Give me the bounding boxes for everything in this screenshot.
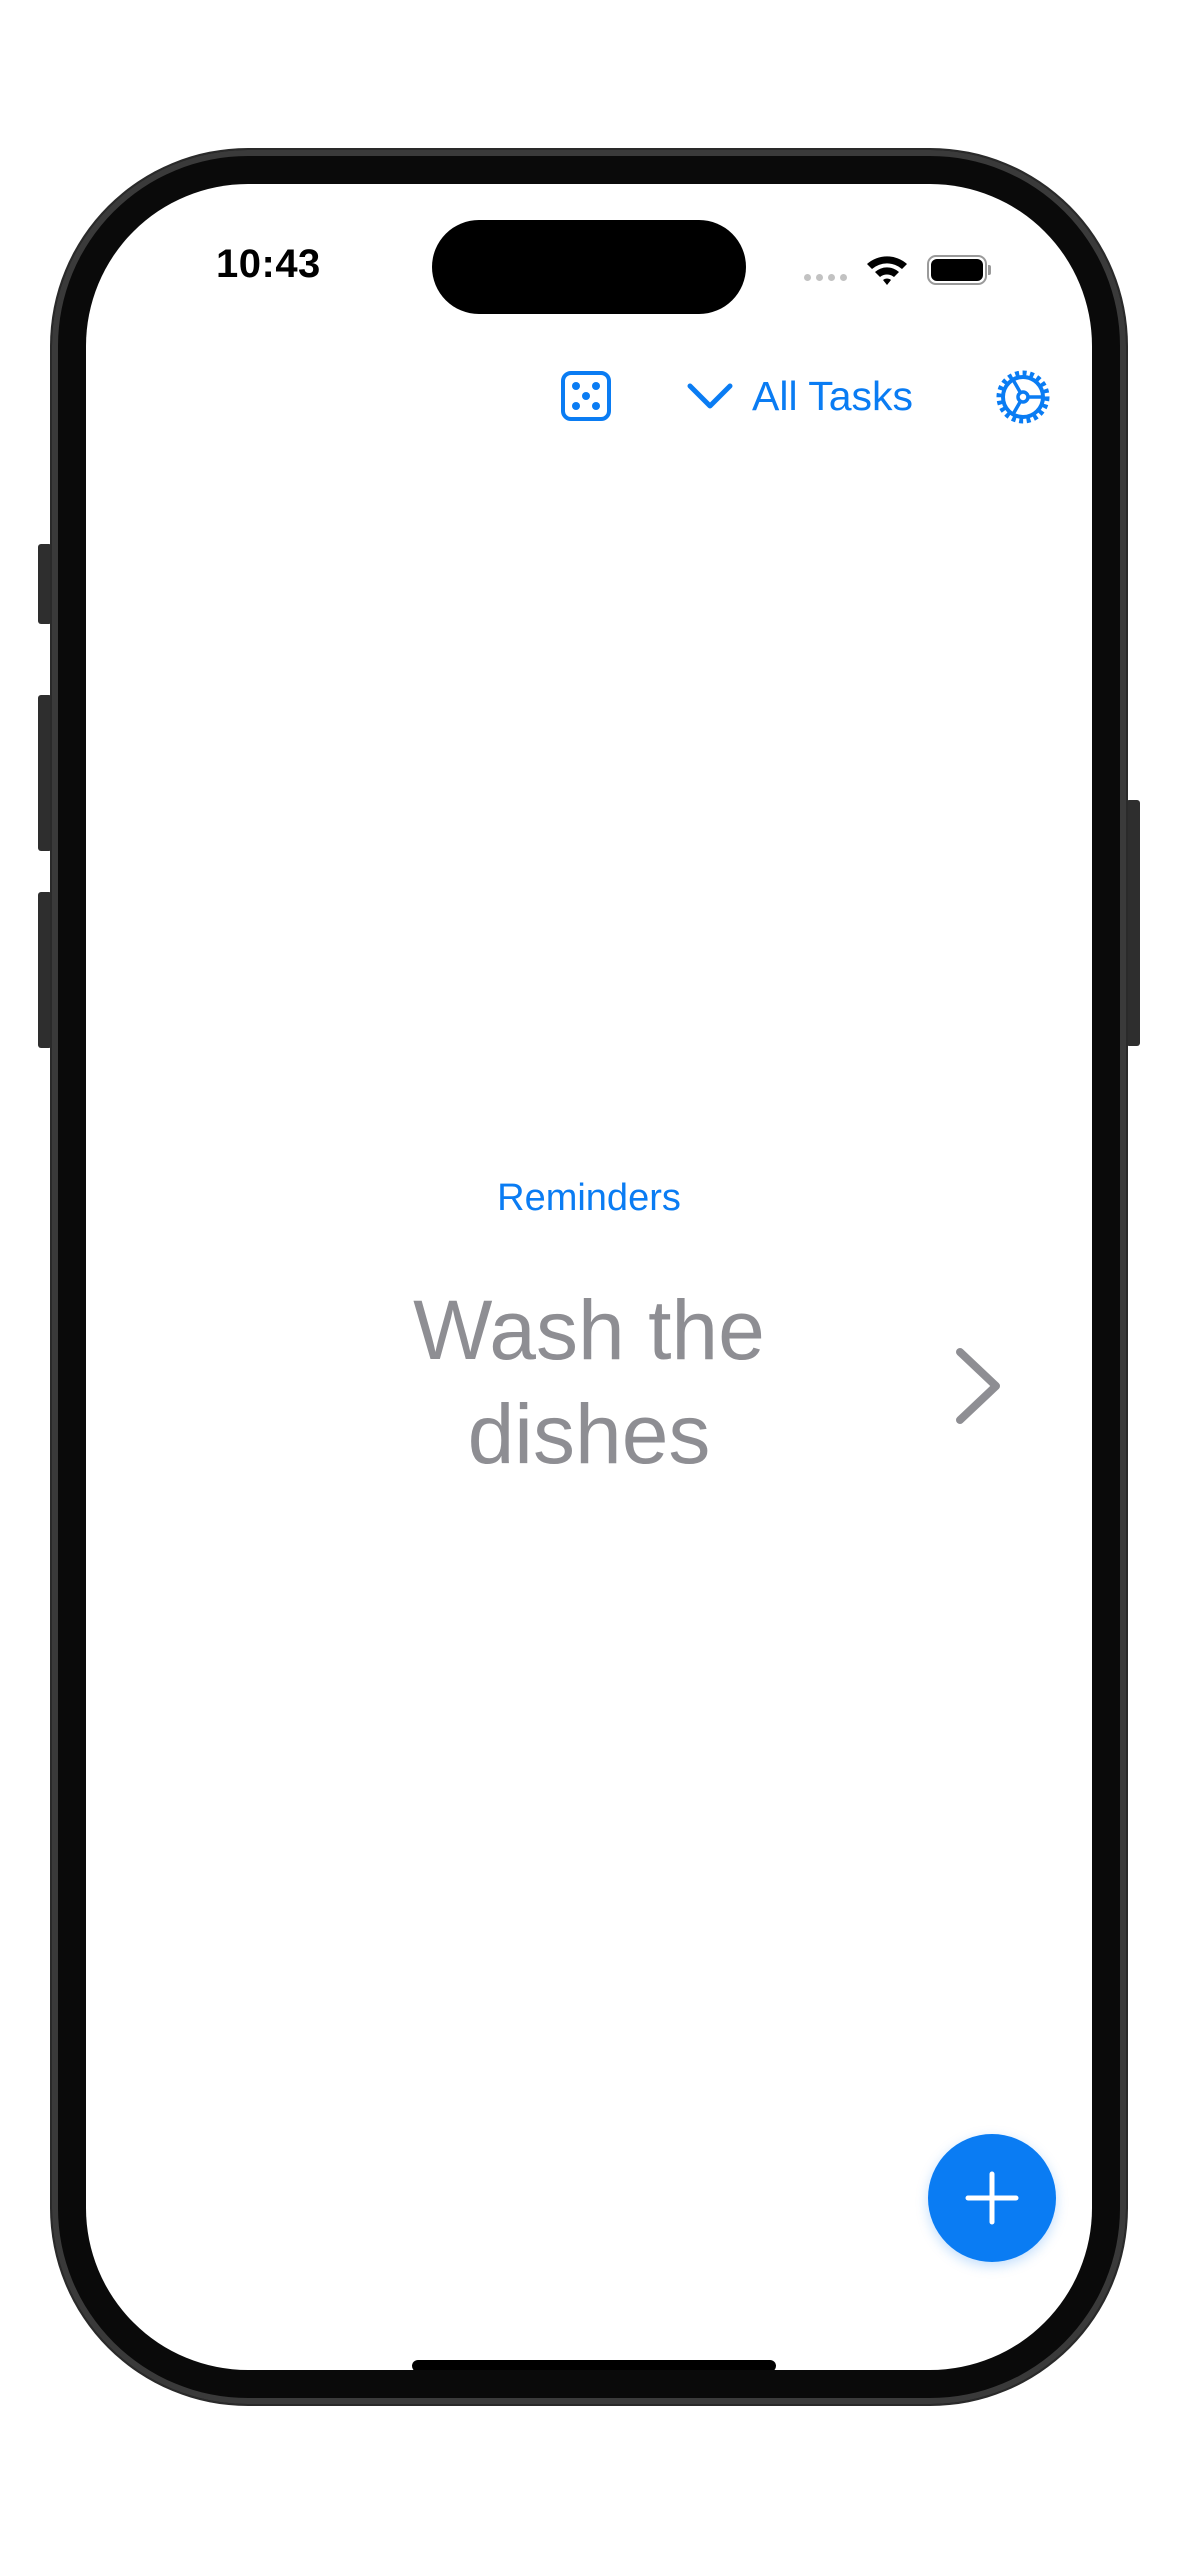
power-button-hardware (1126, 800, 1140, 1046)
filter-label: All Tasks (752, 372, 914, 419)
task-category-link[interactable]: Reminders (86, 1177, 1092, 1220)
chevron-right-icon[interactable] (946, 1344, 1010, 1428)
status-icons (804, 250, 991, 290)
home-indicator[interactable] (412, 2360, 776, 2370)
plus-icon (965, 2171, 1019, 2225)
battery-icon (927, 255, 991, 285)
action-button-hardware (38, 544, 52, 624)
dice-icon[interactable] (560, 370, 612, 422)
volume-down-hardware (38, 892, 52, 1048)
cellular-signal-icon (804, 273, 847, 281)
gear-icon[interactable] (992, 366, 1054, 428)
volume-up-hardware (38, 695, 52, 851)
add-task-button[interactable] (928, 2134, 1056, 2262)
device-mockup: 10:43 All Tasks Reminders Wash the dishe… (0, 0, 1179, 2556)
status-time: 10:43 (216, 242, 321, 286)
task-title-line-1: Wash the (413, 1283, 765, 1377)
task-title: Wash the dishes (339, 1278, 839, 1486)
app-screen: 10:43 All Tasks Reminders Wash the dishe… (86, 184, 1092, 2370)
dynamic-island (432, 220, 746, 314)
task-title-line-2: dishes (467, 1387, 711, 1481)
wifi-icon (867, 256, 907, 285)
chevron-down-icon (687, 383, 733, 409)
task-filter-button[interactable]: All Tasks (686, 370, 913, 422)
